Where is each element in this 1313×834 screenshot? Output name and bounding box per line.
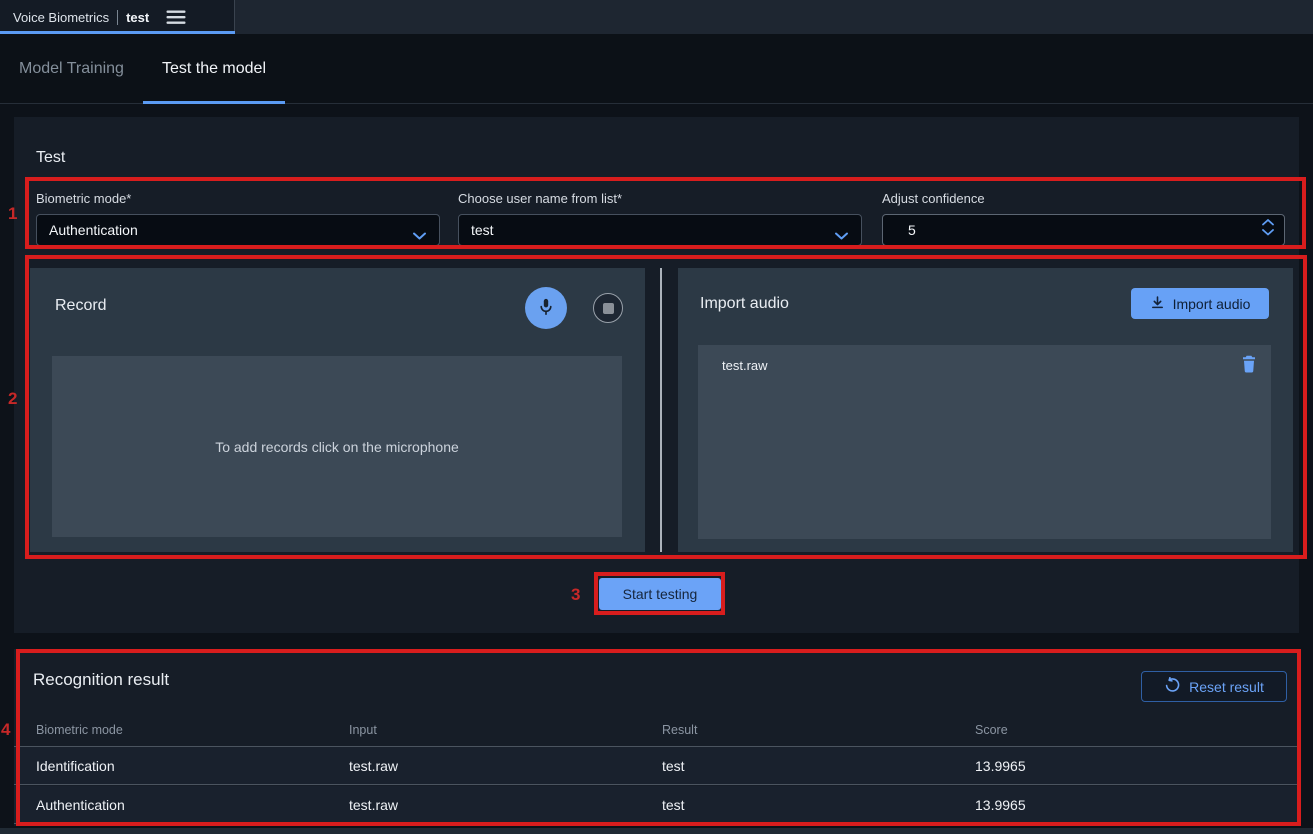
panels-divider (660, 268, 662, 552)
start-testing-button[interactable]: Start testing (599, 578, 721, 610)
reset-result-button[interactable]: Reset result (1141, 671, 1287, 702)
bottom-panel-edge (0, 828, 1313, 834)
tab-model-training[interactable]: Model Training (0, 34, 143, 103)
download-icon (1150, 295, 1165, 313)
confidence-value: 5 (908, 222, 916, 238)
recognition-result-title: Recognition result (33, 670, 169, 690)
file-row: test.raw (698, 345, 1271, 385)
cell-result: test (662, 797, 685, 813)
biometric-mode-label: Biometric mode* (36, 191, 440, 206)
chevron-down-icon (413, 227, 426, 243)
app-screen: Voice Biometrics test Model Training Tes… (0, 0, 1313, 834)
biometric-mode-field: Biometric mode* Authentication (36, 191, 440, 246)
annotation-label-4: 4 (1, 720, 10, 740)
record-panel: Record To add records click on the micro… (30, 268, 645, 552)
column-header-biometric-mode: Biometric mode (36, 723, 123, 737)
record-microphone-button[interactable] (525, 287, 567, 329)
session-tab[interactable]: Voice Biometrics test (0, 0, 235, 34)
column-header-result: Result (662, 723, 697, 737)
trash-icon (1241, 361, 1257, 376)
user-name-field: Choose user name from list* test (458, 191, 862, 246)
cell-score: 13.9965 (975, 797, 1026, 813)
stop-record-button[interactable] (593, 293, 623, 323)
column-header-score: Score (975, 723, 1008, 737)
import-audio-button[interactable]: Import audio (1131, 288, 1269, 319)
titlebar: Voice Biometrics test (0, 0, 1313, 34)
imported-files-list: test.raw (698, 345, 1271, 539)
file-name: test.raw (722, 358, 768, 373)
table-row: Identification test.raw test 13.9965 (14, 747, 1299, 785)
title-separator (117, 10, 118, 25)
number-spinner[interactable] (1262, 219, 1274, 236)
tab-bar: Model Training Test the model (0, 34, 1313, 104)
recognition-result-section: Recognition result Reset result Biometri… (14, 649, 1299, 826)
reset-icon (1164, 677, 1180, 696)
cell-biometric-mode: Identification (36, 758, 115, 774)
import-audio-panel: Import audio Import audio test.raw (678, 268, 1293, 552)
user-name-select[interactable]: test (458, 214, 862, 246)
cell-result: test (662, 758, 685, 774)
spinner-down-icon (1262, 229, 1274, 236)
import-audio-button-label: Import audio (1173, 296, 1251, 312)
confidence-input[interactable]: 5 (882, 214, 1285, 246)
stop-icon (603, 303, 614, 314)
cell-biometric-mode: Authentication (36, 797, 125, 813)
records-empty-area: To add records click on the microphone (52, 356, 622, 537)
reset-result-label: Reset result (1189, 679, 1264, 695)
records-hint: To add records click on the microphone (215, 439, 459, 455)
tab-test-the-model[interactable]: Test the model (143, 34, 285, 103)
microphone-icon (535, 296, 557, 321)
biometric-mode-select[interactable]: Authentication (36, 214, 440, 246)
chevron-down-icon (835, 227, 848, 243)
cell-input: test.raw (349, 758, 398, 774)
session-name: test (126, 10, 149, 25)
biometric-mode-value: Authentication (49, 222, 138, 238)
user-name-value: test (471, 222, 494, 238)
user-name-label: Choose user name from list* (458, 191, 862, 206)
column-header-input: Input (349, 723, 377, 737)
spinner-up-icon (1262, 219, 1274, 226)
app-title: Voice Biometrics (13, 10, 109, 25)
menu-icon[interactable] (166, 10, 186, 25)
confidence-label: Adjust confidence (882, 191, 1285, 206)
import-audio-title: Import audio (700, 295, 789, 313)
test-section: Test Biometric mode* Authentication Choo… (14, 117, 1299, 633)
confidence-field: Adjust confidence 5 (882, 191, 1285, 246)
record-title: Record (55, 297, 107, 315)
table-row: Authentication test.raw test 13.9965 (14, 786, 1299, 824)
cell-input: test.raw (349, 797, 398, 813)
test-section-title: Test (36, 149, 65, 167)
cell-score: 13.9965 (975, 758, 1026, 774)
delete-file-button[interactable] (1240, 355, 1258, 375)
